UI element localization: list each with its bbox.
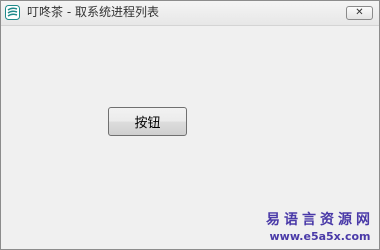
watermark: 易语言资源网 www.e5a5x.com — [263, 211, 377, 245]
app-logo-icon — [5, 5, 20, 20]
action-button[interactable]: 按钮 — [108, 107, 187, 136]
window-title: 叮咚茶 - 取系统进程列表 — [27, 5, 159, 19]
close-button[interactable]: ✕ — [346, 6, 373, 20]
watermark-url: www.e5a5x.com — [269, 230, 371, 243]
title-bar[interactable]: 叮咚茶 - 取系统进程列表 ✕ — [1, 1, 379, 26]
main-window: 叮咚茶 - 取系统进程列表 ✕ 按钮 易语言资源网 www.e5a5x.com — [0, 0, 380, 250]
watermark-title: 易语言资源网 — [266, 212, 374, 228]
close-icon: ✕ — [355, 7, 364, 18]
